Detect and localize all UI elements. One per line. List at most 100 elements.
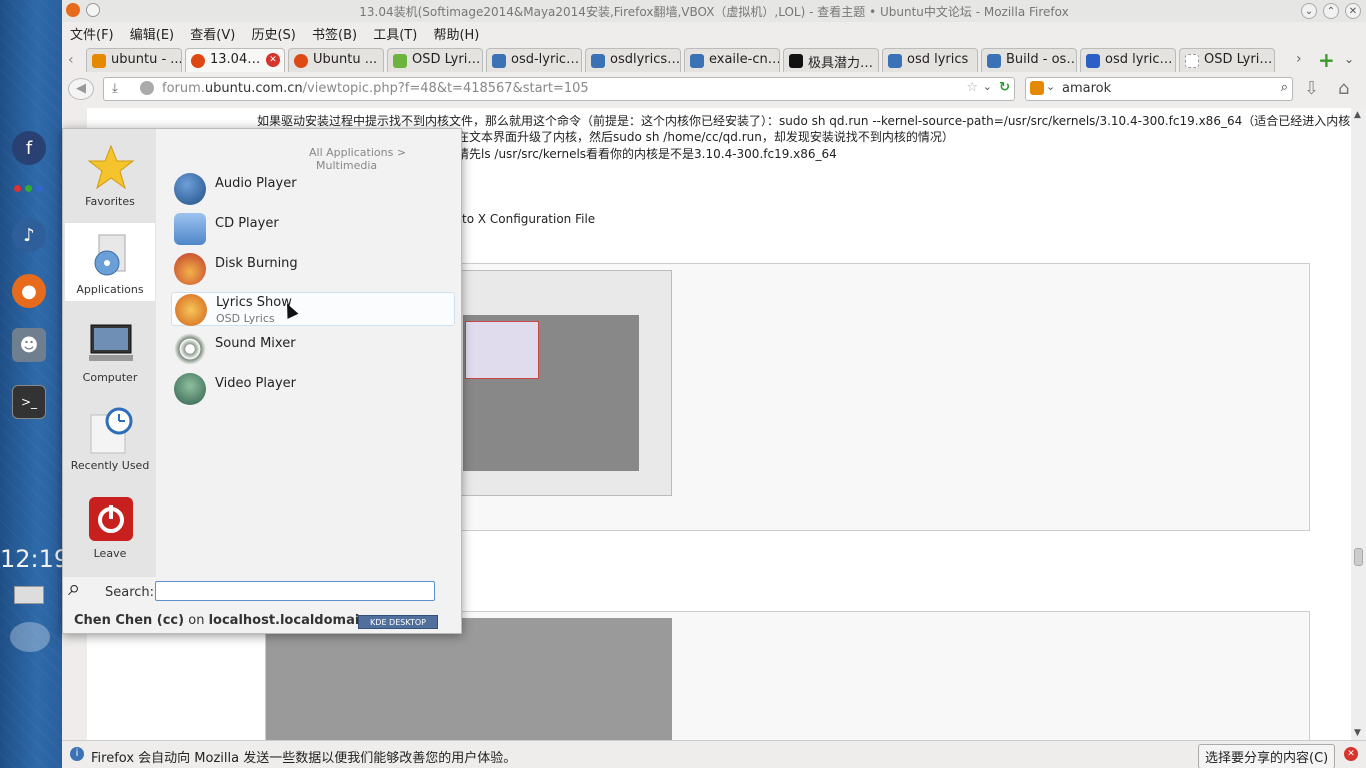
post-text-line: 在文本界面升级了内核，然后sudo sh /home/cc/qd.run，却发现… <box>457 130 954 144</box>
nvidia-settings-screenshot[interactable] <box>266 618 672 748</box>
new-tab-icon[interactable]: + <box>1318 48 1335 72</box>
device-notifier-icon[interactable] <box>14 586 44 604</box>
amarok-icon[interactable]: ♪ <box>12 218 46 252</box>
app-item-cd-player[interactable]: CD Player <box>171 212 455 246</box>
display-box <box>465 321 539 379</box>
panel-background <box>0 0 62 768</box>
app-name: Sound Mixer <box>215 336 296 351</box>
tab-scroll-left-icon[interactable]: ‹ <box>68 52 74 68</box>
menu-history[interactable]: 历史(S) <box>249 22 297 45</box>
tab-list-icon[interactable]: ⌄ <box>1344 52 1354 66</box>
app-item-lyrics-show[interactable]: Lyrics Show OSD Lyrics <box>171 292 455 326</box>
choose-share-button[interactable]: 选择要分享的内容(C) <box>1198 744 1336 768</box>
app-name: CD Player <box>215 216 279 231</box>
app-subtitle: OSD Lyrics <box>216 312 275 325</box>
menu-help[interactable]: 帮助(H) <box>431 22 481 45</box>
menubar: 文件(F) 编辑(E) 查看(V) 历史(S) 书签(B) 工具(T) 帮助(H… <box>62 22 1366 44</box>
tab[interactable]: Build - os… <box>981 48 1077 72</box>
app-item-audio-player[interactable]: Audio Player <box>171 172 455 206</box>
url-path: /viewtopic.php?f=48&t=418567&start=105 <box>302 81 589 96</box>
tab[interactable]: osdlyrics… <box>585 48 681 72</box>
bookmark-star-icon[interactable]: ☆ <box>966 80 978 95</box>
menu-edit[interactable]: 编辑(E) <box>128 22 176 45</box>
breadcrumb-current[interactable]: Multimedia <box>316 159 377 172</box>
tab-favicon-icon <box>789 54 803 68</box>
navigation-bar: ◀ ⤓ forum.ubuntu.com.cn/viewtopic.php?f=… <box>62 76 1366 104</box>
host-name: localhost.localdomain <box>208 613 369 628</box>
reload-icon[interactable]: ↻ <box>999 80 1010 95</box>
tab-favicon-icon <box>294 54 308 68</box>
back-icon[interactable]: ◀ <box>68 78 94 100</box>
scroll-up-icon[interactable]: ▲ <box>1354 110 1361 120</box>
sidebar-label: Favorites <box>85 195 135 208</box>
home-icon[interactable]: ⌂ <box>1338 78 1349 99</box>
downloads-arrow-icon[interactable]: ⇩ <box>1304 78 1319 99</box>
binoculars-icon[interactable]: ⌕ <box>1281 80 1288 95</box>
menu-view[interactable]: 查看(V) <box>188 22 237 45</box>
launcher-sidebar: Favorites Applications Computer Recently… <box>63 129 156 577</box>
sidebar-item-computer[interactable]: Computer <box>65 311 155 389</box>
panel-toolbox-icon[interactable] <box>10 622 50 652</box>
tab-close-icon[interactable]: ✕ <box>266 53 280 67</box>
scroll-down-icon[interactable]: ▼ <box>1354 728 1361 738</box>
user-name: Chen Chen (cc) <box>74 613 185 628</box>
sidebar-label: Recently Used <box>70 459 150 472</box>
window-title: 13.04装机(Softimage2014&Maya2014安装,Firefox… <box>359 5 1069 19</box>
post-text-line: 请先ls /usr/src/kernels看看你的内核是不是3.10.4-300… <box>457 147 837 161</box>
tab-label: Ubuntu ... <box>313 52 378 67</box>
fedora-icon[interactable]: f <box>12 131 46 165</box>
computer-icon <box>89 324 133 361</box>
tab-scroll-right-icon[interactable]: › <box>1296 51 1302 67</box>
tab[interactable]: osd lyrics <box>882 48 978 72</box>
app-item-sound-mixer[interactable]: Sound Mixer <box>171 332 455 366</box>
app-item-disk-burning[interactable]: Disk Burning <box>171 252 455 286</box>
breadcrumb-root[interactable]: All Applications <box>309 146 393 159</box>
terminal-icon[interactable]: >_ <box>12 385 46 419</box>
tab[interactable]: OSD Lyri… <box>1179 48 1275 72</box>
tab[interactable]: exaile-cn… <box>684 48 780 72</box>
sidebar-item-favorites[interactable]: Favorites <box>65 135 155 213</box>
clock[interactable]: 12:19 <box>0 545 69 573</box>
search-box[interactable]: ⌄ amarok ⌕ <box>1025 77 1293 101</box>
search-engine-dropdown-icon[interactable]: ⌄ <box>1046 80 1055 93</box>
tab-label: OSD Lyri… <box>412 52 481 67</box>
menu-bookmarks[interactable]: 书签(B) <box>310 22 359 45</box>
menu-file[interactable]: 文件(F) <box>68 22 116 45</box>
gimp-icon[interactable]: ☻ <box>12 328 46 362</box>
app-name: Disk Burning <box>215 256 298 271</box>
kde-desktop-badge: KDE DESKTOP <box>358 615 438 629</box>
tab[interactable]: Ubuntu ... <box>288 48 384 72</box>
launcher-search-input[interactable] <box>155 581 435 601</box>
tab-favicon-icon <box>888 54 902 68</box>
applications-icon <box>94 234 126 276</box>
download-icon[interactable]: ⤓ <box>112 81 118 96</box>
post-text-line: 如果驱动安装过程中提示找不到内核文件，那么就用这个命令（前提是：这个内核你已经安… <box>257 114 1351 128</box>
tab-favicon-icon <box>92 54 106 68</box>
sidebar-item-applications[interactable]: Applications <box>65 223 155 301</box>
tab[interactable]: osd lyric… <box>1080 48 1176 72</box>
firefox-icon[interactable]: ● <box>12 274 46 308</box>
menu-tools[interactable]: 工具(T) <box>371 22 419 45</box>
minimize-icon[interactable]: ⌄ <box>1301 3 1317 19</box>
app-name: Video Player <box>215 376 297 391</box>
tab[interactable]: osd-lyric… <box>486 48 582 72</box>
info-icon: i <box>70 747 84 761</box>
tab-active[interactable]: 13.04… ✕ <box>185 48 285 72</box>
app-item-video-player[interactable]: Video Player <box>171 372 455 406</box>
close-icon[interactable]: ✕ <box>1345 3 1361 19</box>
tab[interactable]: OSD Lyri… <box>387 48 483 72</box>
scroll-thumb[interactable] <box>1354 548 1363 566</box>
notification-close-icon[interactable]: ✕ <box>1344 747 1358 761</box>
sidebar-item-leave[interactable]: Leave <box>65 487 155 565</box>
tab[interactable]: 极具潜力… <box>783 48 879 72</box>
url-history-dropdown-icon[interactable]: ⌄ <box>983 80 992 93</box>
page-scrollbar[interactable]: ▲ ▼ <box>1351 108 1366 740</box>
sidebar-item-recently-used[interactable]: Recently Used <box>65 399 155 477</box>
tab[interactable]: ubuntu - ... <box>86 48 182 72</box>
activity-dots-icon[interactable] <box>14 181 44 196</box>
url-bar[interactable]: ⤓ forum.ubuntu.com.cn/viewtopic.php?f=48… <box>103 77 1015 101</box>
site-identity-icon[interactable] <box>140 81 154 95</box>
search-engine-icon[interactable] <box>1030 81 1044 95</box>
kde-application-launcher: Favorites Applications Computer Recently… <box>62 128 462 634</box>
maximize-icon[interactable]: ⌃ <box>1323 3 1339 19</box>
